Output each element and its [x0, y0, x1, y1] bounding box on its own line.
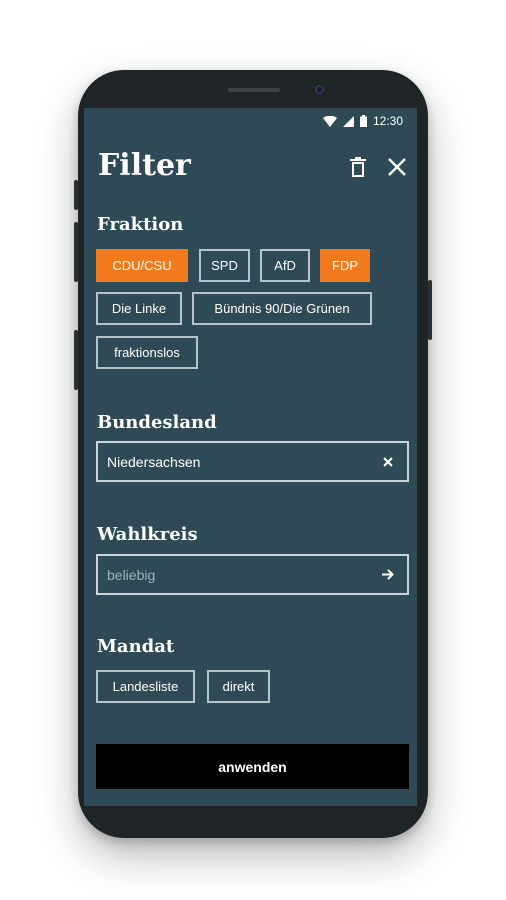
wahlkreis-placeholder: beliebig: [107, 566, 156, 583]
mandat-label: Mandat: [97, 636, 175, 657]
filter-screen: 12:30 Filter Fraktion CDU/CSU SPD AfD FD…: [84, 108, 417, 806]
chip-afd[interactable]: AfD: [260, 249, 310, 282]
bixby-button: [74, 330, 78, 390]
chip-fraktionslos[interactable]: fraktionslos: [96, 336, 198, 369]
page-title: Filter: [98, 148, 191, 183]
chip-cdu-csu[interactable]: CDU/CSU: [96, 249, 188, 282]
chip-die-linke[interactable]: Die Linke: [96, 292, 182, 325]
bundesland-field[interactable]: Niedersachsen: [96, 441, 409, 482]
battery-icon: [359, 115, 367, 127]
chip-buendnis-90-die-gruenen[interactable]: Bündnis 90/Die Grünen: [192, 292, 372, 325]
front-camera: [315, 85, 324, 94]
volume-button: [74, 222, 78, 282]
signal-icon: [342, 115, 354, 127]
chip-landesliste[interactable]: Landesliste: [96, 670, 195, 703]
status-time: 12:30: [372, 114, 403, 128]
close-icon[interactable]: [386, 156, 408, 178]
chip-fdp[interactable]: FDP: [320, 249, 370, 282]
chip-spd[interactable]: SPD: [199, 249, 250, 282]
power-button: [428, 280, 432, 340]
arrow-right-icon[interactable]: [379, 566, 397, 584]
speaker-grille: [228, 88, 280, 92]
fraktion-label: Fraktion: [97, 214, 184, 235]
volume-button: [74, 180, 78, 210]
clear-icon[interactable]: [379, 453, 397, 471]
chip-direkt[interactable]: direkt: [207, 670, 270, 703]
apply-button[interactable]: anwenden: [96, 744, 409, 789]
wifi-icon: [322, 115, 337, 127]
status-bar: 12:30: [322, 114, 403, 128]
wahlkreis-field[interactable]: beliebig: [96, 554, 409, 595]
bundesland-label: Bundesland: [97, 412, 217, 433]
trash-icon[interactable]: [347, 156, 369, 178]
bundesland-value: Niedersachsen: [107, 453, 201, 470]
wahlkreis-label: Wahlkreis: [97, 524, 198, 545]
